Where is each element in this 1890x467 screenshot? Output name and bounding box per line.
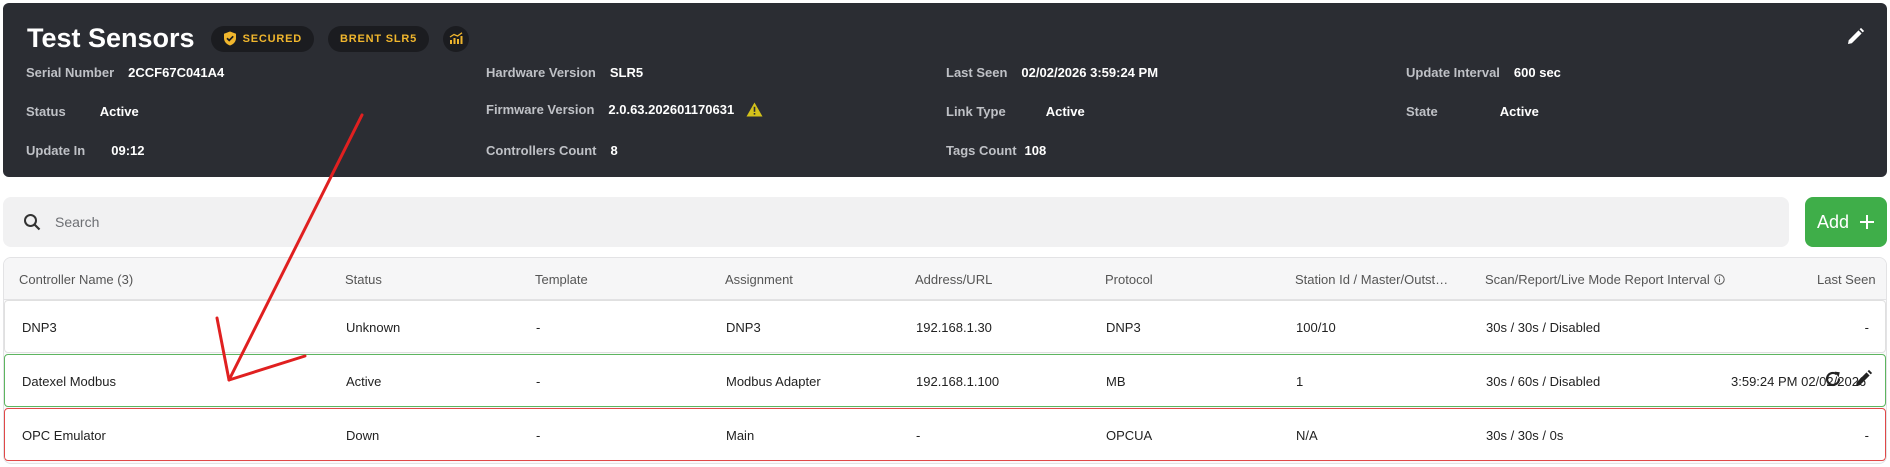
refresh-icon[interactable] [1823, 369, 1843, 389]
column-header-station-id[interactable]: Station Id / Master/Outst… [1295, 272, 1448, 287]
cell-interval: 30s / 30s / 0s [1486, 428, 1564, 443]
last-seen-label: Last Seen [946, 65, 1008, 80]
cell-address: 192.168.1.100 [916, 374, 1000, 389]
controllers-count-value: 8 [610, 143, 618, 158]
column-header-assignment[interactable]: Assignment [725, 272, 793, 287]
cell-assignment: DNP3 [726, 320, 761, 335]
cell-controller-name: OPC Emulator [22, 428, 106, 443]
secured-badge-label: SECURED [242, 32, 302, 45]
update-interval-label: Update Interval [1406, 65, 1500, 80]
info-icon[interactable] [1714, 274, 1725, 285]
controllers-table: Controller Name (3) Status Template Assi… [3, 257, 1887, 464]
update-in-label: Update In [26, 143, 86, 158]
update-in-value: 09:12 [111, 143, 145, 158]
cell-station-id: 100/10 [1296, 320, 1336, 335]
update-in-field: Update In 09:12 [26, 143, 144, 158]
tags-count-label: Tags Count [946, 143, 1017, 158]
link-type-value: Active [1045, 104, 1085, 119]
cell-status: Down [346, 428, 380, 443]
column-header-interval[interactable]: Scan/Report/Live Mode Report Interval [1485, 272, 1725, 287]
last-seen-field: Last Seen 02/02/2026 3:59:24 PM [946, 65, 1158, 80]
controllers-count-label: Controllers Count [486, 143, 597, 158]
hardware-version-field: Hardware Version SLR5 [486, 65, 643, 80]
cell-interval: 30s / 30s / Disabled [1486, 320, 1601, 335]
last-seen-value: 02/02/2026 3:59:24 PM [1021, 65, 1159, 80]
add-controller-button[interactable]: Add [1805, 197, 1887, 247]
cell-controller-name: DNP3 [22, 320, 57, 335]
cell-protocol: MB [1106, 374, 1126, 389]
search-bar[interactable] [3, 197, 1789, 247]
cell-status: Active [346, 374, 382, 389]
tags-count-field: Tags Count 108 [946, 143, 1046, 158]
row-actions [1823, 369, 1873, 389]
table-header: Controller Name (3) Status Template Assi… [4, 258, 1886, 300]
search-input[interactable] [55, 214, 1655, 230]
column-header-protocol[interactable]: Protocol [1105, 272, 1153, 287]
chart-button[interactable] [443, 25, 470, 52]
status-value: Active [99, 104, 139, 119]
cell-address: 192.168.1.30 [916, 320, 992, 335]
column-header-controller-name[interactable]: Controller Name (3) [19, 272, 133, 287]
cell-status: Unknown [346, 320, 401, 335]
update-interval-value: 600 sec [1513, 65, 1561, 80]
warning-icon[interactable] [746, 102, 763, 117]
cell-last-seen: - [1864, 320, 1869, 335]
title-row: Test Sensors SECURED BRENT SLR5 [27, 23, 470, 54]
update-interval-field: Update Interval 600 sec [1406, 65, 1561, 80]
firmware-version-label: Firmware Version [486, 102, 595, 117]
cell-interval: 30s / 60s / Disabled [1486, 374, 1601, 389]
cell-protocol: DNP3 [1106, 320, 1141, 335]
pencil-icon [1845, 27, 1865, 47]
hardware-version-value: SLR5 [609, 65, 644, 80]
column-header-interval-label: Scan/Report/Live Mode Report Interval [1485, 272, 1710, 287]
column-header-status[interactable]: Status [345, 272, 382, 287]
firmware-version-value: 2.0.63.202601170631 [608, 102, 735, 117]
column-header-template[interactable]: Template [535, 272, 588, 287]
status-field: Status Active [26, 104, 139, 119]
cell-template: - [536, 320, 541, 335]
column-header-last-seen[interactable]: Last Seen [1817, 272, 1876, 287]
cell-assignment: Main [726, 428, 755, 443]
column-header-address[interactable]: Address/URL [915, 272, 992, 287]
state-field: State Active [1406, 104, 1539, 119]
serial-number-field: Serial Number 2CCF67C041A4 [26, 65, 224, 80]
table-row[interactable]: OPC Emulator Down - Main - OPCUA N/A 30s… [4, 408, 1886, 461]
serial-number-label: Serial Number [26, 65, 115, 80]
cell-template: - [536, 428, 541, 443]
firmware-version-field: Firmware Version 2.0.63.202601170631 [486, 102, 763, 117]
cell-protocol: OPCUA [1106, 428, 1153, 443]
link-type-label: Link Type [946, 104, 1006, 119]
status-label: Status [26, 104, 66, 119]
device-model-badge: BRENT SLR5 [327, 25, 430, 52]
shield-check-icon [223, 31, 237, 46]
controllers-count-field: Controllers Count 8 [486, 143, 618, 158]
chart-icon [449, 32, 463, 45]
cell-template: - [536, 374, 541, 389]
cell-assignment: Modbus Adapter [726, 374, 821, 389]
secured-badge: SECURED [210, 25, 314, 52]
pencil-icon[interactable] [1853, 369, 1873, 389]
edit-device-button[interactable] [1845, 27, 1865, 52]
cell-station-id: N/A [1296, 428, 1318, 443]
plus-icon [1859, 214, 1875, 230]
cell-address: - [916, 428, 921, 443]
state-label: State [1406, 104, 1438, 119]
table-row[interactable]: Datexel Modbus Active - Modbus Adapter 1… [4, 354, 1886, 407]
tags-count-value: 108 [1024, 143, 1047, 158]
cell-controller-name: Datexel Modbus [22, 374, 116, 389]
device-header-card: Test Sensors SECURED BRENT SLR5 Serial N… [3, 3, 1887, 177]
cell-last-seen: - [1864, 428, 1869, 443]
state-value: Active [1499, 104, 1539, 119]
search-icon [23, 213, 41, 231]
hardware-version-label: Hardware Version [486, 65, 596, 80]
link-type-field: Link Type Active [946, 104, 1085, 119]
cell-station-id: 1 [1296, 374, 1304, 389]
page-title: Test Sensors [27, 23, 195, 53]
table-row[interactable]: DNP3 Unknown - DNP3 192.168.1.30 DNP3 10… [4, 300, 1886, 353]
serial-number-value: 2CCF67C041A4 [128, 65, 225, 80]
add-button-label: Add [1816, 211, 1850, 232]
